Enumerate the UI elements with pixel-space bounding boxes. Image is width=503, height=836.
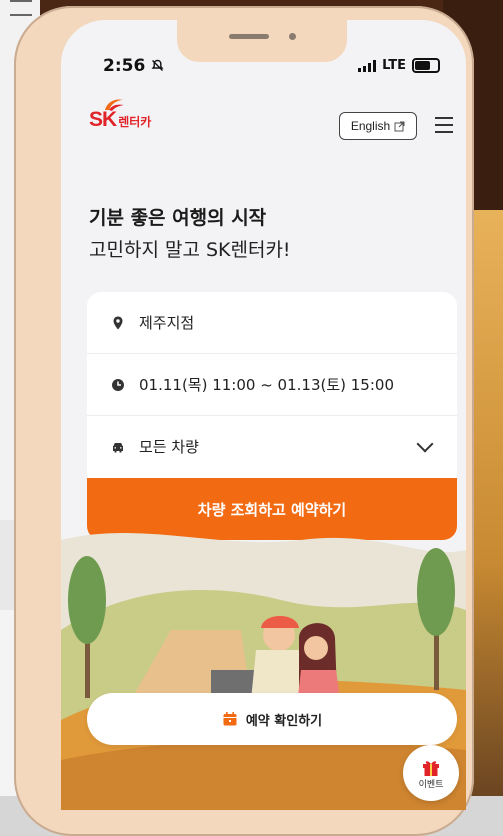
chevron-down-icon[interactable]: [416, 435, 434, 453]
hero-subtitle: 고민하지 말고 SK렌터카!: [89, 239, 291, 261]
clock-icon: [112, 378, 124, 391]
location-text: 제주지점: [139, 314, 195, 332]
notch-camera: [289, 33, 296, 40]
signal-bars-icon: [358, 59, 377, 72]
app-screen: 2:56 LTE SK 렌터카 English 기분 좋은 여행의 시작 고민하…: [61, 20, 466, 810]
phone-frame: 2:56 LTE SK 렌터카 English 기분 좋은 여행의 시작 고민하…: [14, 6, 474, 836]
phone-notch: [177, 20, 347, 62]
external-link-icon: [394, 121, 405, 131]
car-type-row[interactable]: 모든 차량: [87, 416, 457, 477]
event-label: 이벤트: [418, 779, 444, 790]
network-label: LTE: [382, 58, 406, 73]
status-indicators: LTE: [358, 58, 440, 73]
logo-rentcar-text: 렌터카: [118, 115, 152, 129]
battery-icon: [412, 58, 440, 73]
booking-card: 제주지점 01.11(목) 11:00 ~ 01.13(토) 15:00 모든 …: [87, 292, 457, 478]
datetime-row[interactable]: 01.11(목) 11:00 ~ 01.13(토) 15:00: [87, 354, 457, 416]
sk-wing-icon: [105, 99, 124, 111]
calendar-icon: [223, 712, 237, 726]
hero-title: 기분 좋은 여행의 시작: [89, 207, 267, 229]
location-pin-icon: [113, 316, 123, 329]
location-row[interactable]: 제주지점: [87, 292, 457, 354]
gift-icon: [423, 760, 439, 776]
car-type-text: 모든 차량: [139, 438, 199, 456]
english-language-button[interactable]: English: [339, 112, 417, 140]
reservation-check-label: 예약 확인하기: [245, 713, 323, 729]
notch-speaker: [229, 34, 269, 39]
datetime-text: 01.11(목) 11:00 ~ 01.13(토) 15:00: [139, 376, 394, 394]
sk-logo[interactable]: SK 렌터카: [89, 99, 152, 132]
background-hamburger-icon: [10, 0, 32, 16]
hamburger-menu-icon[interactable]: [435, 117, 453, 133]
silent-bell-icon: [151, 59, 164, 71]
reservation-check-button[interactable]: 예약 확인하기: [87, 693, 457, 745]
status-time: 2:56: [103, 56, 164, 76]
car-icon: [113, 442, 123, 452]
event-floating-button[interactable]: 이벤트: [403, 745, 459, 801]
english-label: English: [350, 119, 391, 133]
